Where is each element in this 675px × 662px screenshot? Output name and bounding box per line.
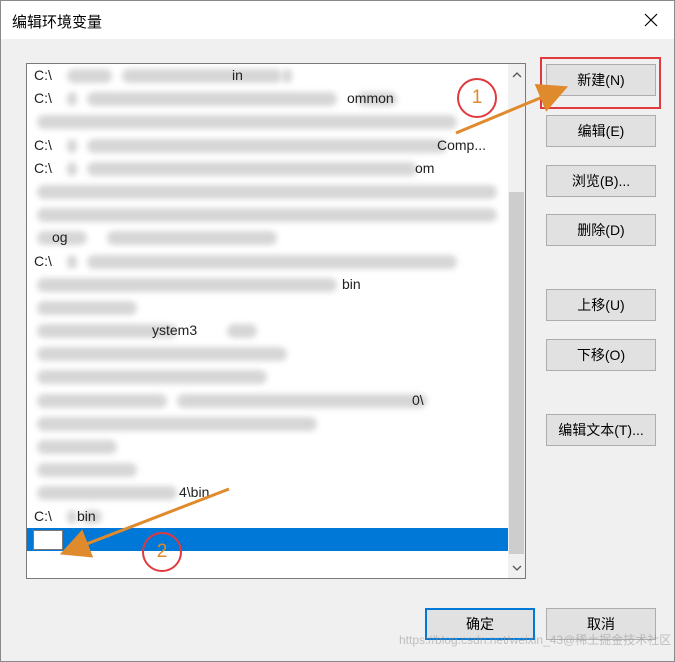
watermark: https://blog.csdn.net/weixin_43@稀土掘金技术社区 bbox=[399, 633, 672, 647]
path-fragment: in bbox=[232, 67, 243, 83]
path-fragment: bin bbox=[342, 275, 361, 292]
list-item[interactable] bbox=[27, 180, 508, 203]
list-item[interactable]: bin bbox=[27, 273, 508, 296]
move-up-button[interactable]: 上移(U) bbox=[546, 289, 656, 321]
chevron-up-icon bbox=[512, 71, 521, 77]
new-path-input[interactable] bbox=[33, 529, 63, 550]
blurred-text bbox=[67, 509, 77, 524]
blurred-text bbox=[227, 324, 257, 339]
scroll-down-arrow[interactable] bbox=[508, 559, 525, 576]
title-bar: 编辑环境变量 bbox=[1, 1, 674, 39]
blurred-text bbox=[37, 277, 337, 292]
list-item[interactable]: ystem3 bbox=[27, 319, 508, 342]
blurred-text bbox=[67, 92, 77, 107]
blurred-text bbox=[87, 161, 417, 176]
blurred-text bbox=[87, 138, 447, 153]
blurred-text bbox=[87, 254, 457, 269]
path-fragment: Comp... bbox=[437, 136, 487, 153]
blurred-text bbox=[37, 416, 317, 431]
edit-button[interactable]: 编辑(E) bbox=[546, 115, 656, 147]
list-item[interactable]: 0\ bbox=[27, 389, 508, 412]
list-item[interactable] bbox=[27, 412, 508, 435]
path-prefix: C:\ bbox=[34, 252, 52, 269]
blurred-text bbox=[67, 69, 112, 83]
blurred-text bbox=[37, 393, 167, 408]
list-item[interactable] bbox=[27, 458, 508, 481]
dialog-title: 编辑环境变量 bbox=[12, 14, 103, 31]
blurred-text bbox=[37, 463, 137, 478]
list-item[interactable]: C:\ bin bbox=[27, 505, 508, 528]
path-fragment: 4\bin bbox=[179, 484, 210, 501]
list-item[interactable]: og bbox=[27, 226, 508, 249]
path-prefix: C:\ bbox=[34, 90, 52, 107]
path-list[interactable]: C:\ in C:\ ommon C:\ Comp... C:\ om og C:\ bin yste… bbox=[26, 63, 526, 579]
list-item[interactable]: C:\ Comp... bbox=[27, 134, 508, 157]
close-button[interactable] bbox=[628, 1, 674, 39]
delete-button[interactable]: 删除(D) bbox=[546, 214, 656, 246]
path-prefix: C:\ bbox=[34, 136, 52, 153]
list-item[interactable]: C:\ ommon bbox=[27, 87, 508, 110]
step-2-marker: 2 bbox=[142, 532, 182, 572]
list-item[interactable] bbox=[27, 342, 508, 365]
blurred-text bbox=[67, 254, 77, 269]
chevron-down-icon bbox=[512, 565, 521, 571]
blurred-text bbox=[37, 486, 177, 501]
blurred-text bbox=[37, 115, 457, 130]
path-fragment: ystem3 bbox=[152, 322, 198, 339]
path-prefix: C:\ bbox=[34, 159, 52, 176]
list-item[interactable] bbox=[27, 365, 508, 388]
blurred-text bbox=[37, 300, 137, 315]
new-button[interactable]: 新建(N) bbox=[546, 64, 656, 96]
selected-new-row[interactable] bbox=[27, 527, 508, 551]
scroll-thumb[interactable] bbox=[509, 192, 524, 554]
path-prefix: C:\ bbox=[34, 507, 52, 524]
blurred-text bbox=[37, 440, 117, 454]
list-item[interactable]: C:\ in bbox=[27, 64, 508, 87]
vertical-scrollbar[interactable] bbox=[508, 64, 525, 578]
path-fragment: 0\ bbox=[412, 391, 424, 408]
list-item[interactable]: C:\ bbox=[27, 250, 508, 273]
blurred-text bbox=[107, 231, 277, 246]
list-item[interactable] bbox=[27, 296, 508, 319]
list-item[interactable] bbox=[27, 110, 508, 133]
path-fragment: bin bbox=[77, 507, 96, 524]
browse-button[interactable]: 浏览(B)... bbox=[546, 165, 656, 197]
blurred-text bbox=[122, 69, 282, 83]
path-prefix: C:\ bbox=[34, 67, 52, 83]
path-rows: C:\ in C:\ ommon C:\ Comp... C:\ om og C:\ bin yste… bbox=[27, 64, 508, 551]
list-item[interactable] bbox=[27, 203, 508, 226]
list-item[interactable]: C:\ om bbox=[27, 157, 508, 180]
step-1-marker: 1 bbox=[457, 78, 497, 118]
blurred-text bbox=[67, 161, 77, 176]
close-icon bbox=[644, 13, 658, 27]
blurred-text bbox=[37, 208, 497, 223]
move-down-button[interactable]: 下移(O) bbox=[546, 339, 656, 371]
list-item[interactable]: 4\bin bbox=[27, 481, 508, 504]
list-item[interactable] bbox=[27, 435, 508, 458]
edit-text-button[interactable]: 编辑文本(T)... bbox=[546, 414, 656, 446]
path-fragment: ommon bbox=[347, 90, 394, 107]
blurred-text bbox=[67, 138, 77, 153]
blurred-text bbox=[37, 370, 267, 385]
blurred-text bbox=[177, 393, 427, 408]
blurred-text bbox=[37, 184, 497, 199]
blurred-text bbox=[37, 347, 287, 362]
path-fragment: om bbox=[415, 159, 435, 176]
edit-env-dialog: 编辑环境变量 C:\ in C:\ ommon C:\ Comp... C:\ om og C:\… bbox=[0, 0, 675, 662]
path-fragment: og bbox=[52, 229, 68, 246]
blurred-text bbox=[87, 92, 337, 107]
blurred-text bbox=[282, 69, 292, 83]
scroll-up-arrow[interactable] bbox=[508, 66, 525, 83]
